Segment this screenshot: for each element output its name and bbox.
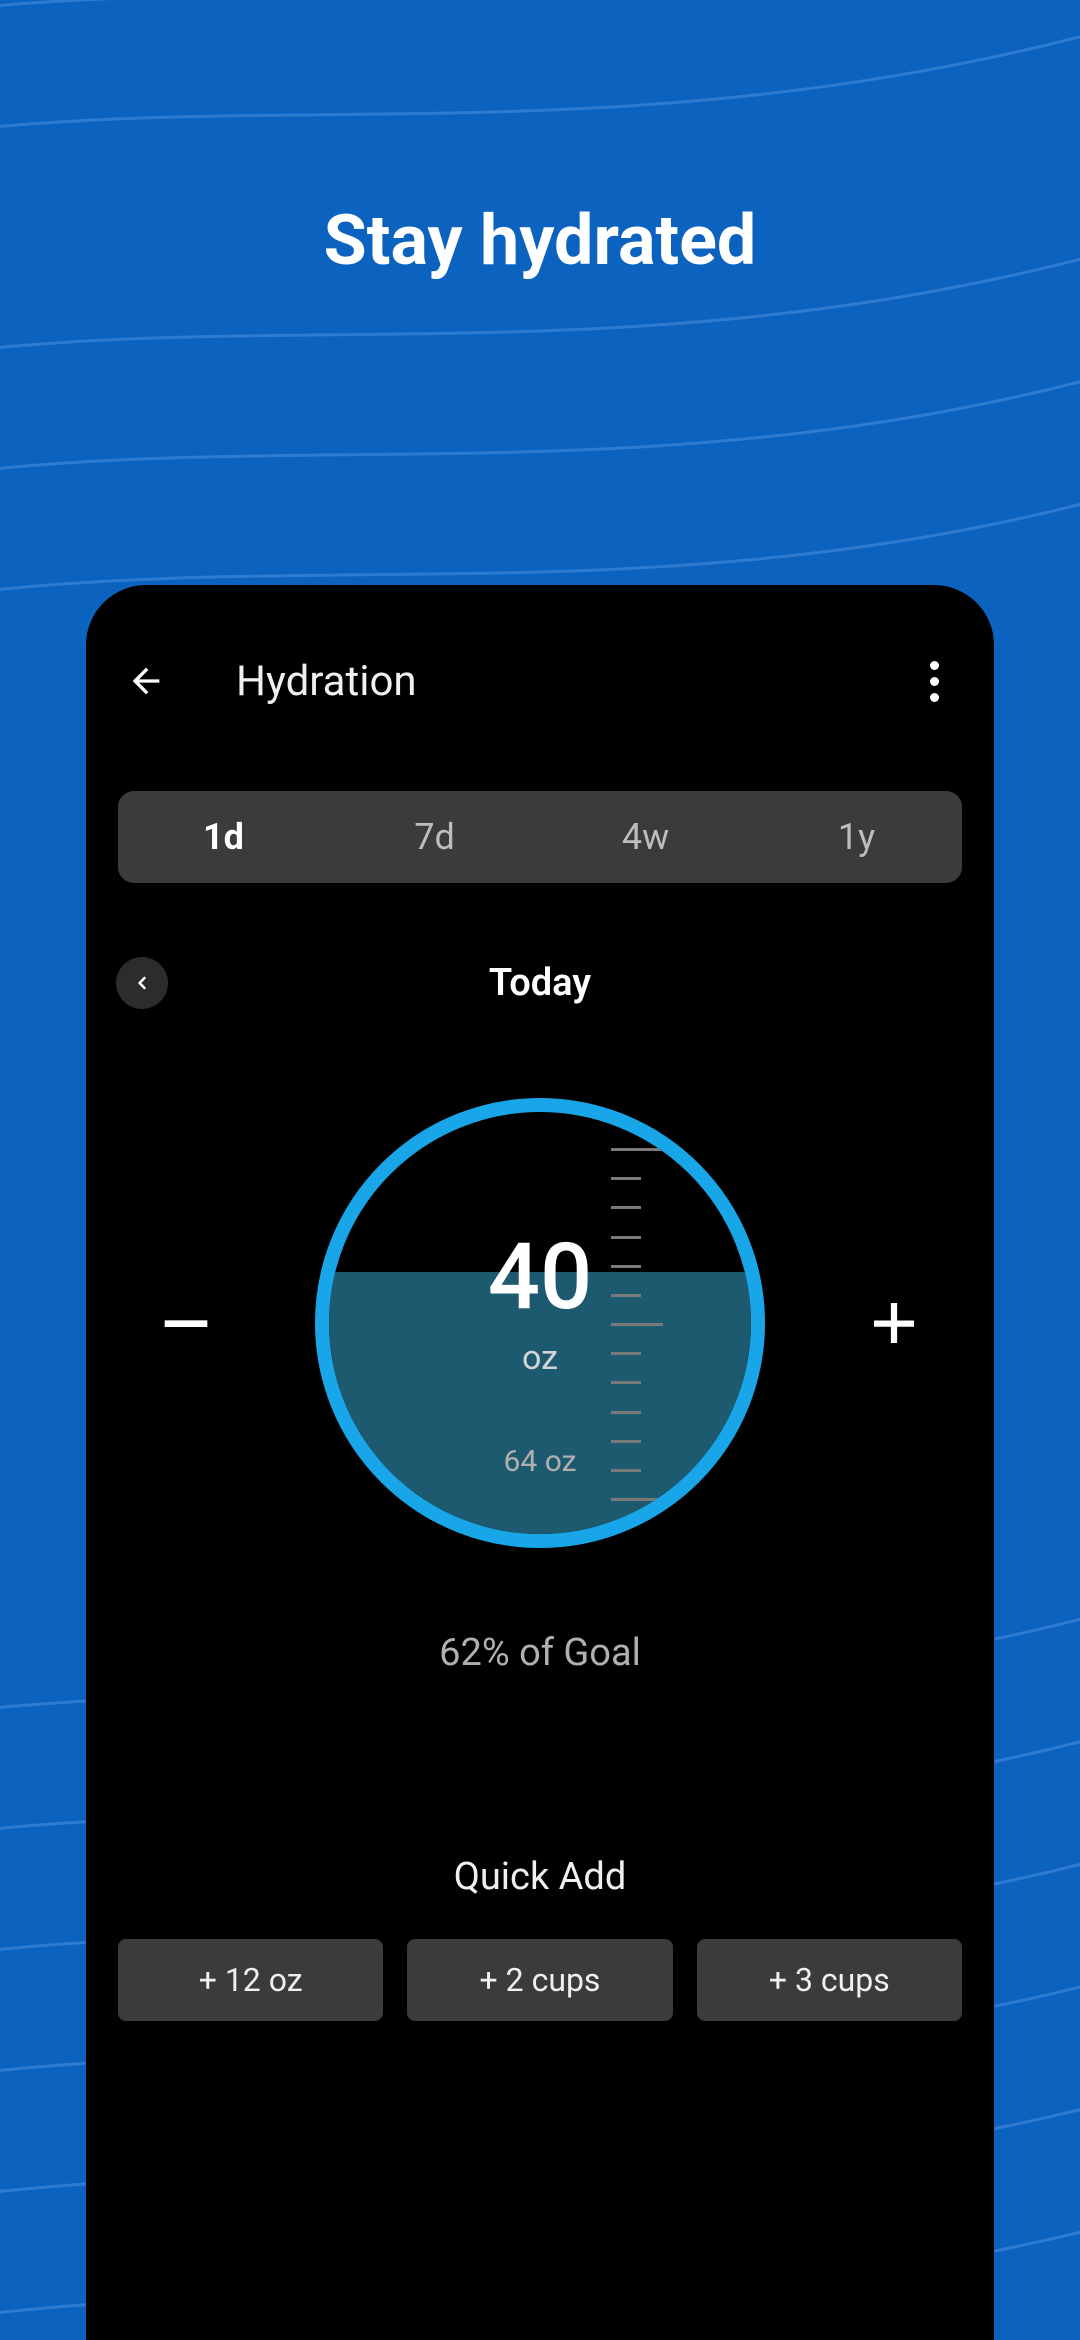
more-button[interactable] bbox=[904, 651, 964, 711]
back-button[interactable] bbox=[116, 651, 176, 711]
app-bar: Hydration bbox=[86, 631, 994, 731]
quick-add-title: Quick Add bbox=[86, 1855, 994, 1899]
date-row: Today bbox=[86, 953, 994, 1013]
more-vertical-icon bbox=[930, 661, 939, 670]
intake-unit: oz bbox=[522, 1338, 558, 1378]
gauge-readout: 40 oz 64 oz bbox=[329, 1112, 751, 1534]
tab-7d[interactable]: 7d bbox=[329, 791, 540, 883]
quick-add-2cups[interactable]: + 2 cups bbox=[407, 1939, 672, 2021]
minus-icon bbox=[154, 1291, 218, 1355]
date-label: Today bbox=[489, 961, 591, 1005]
previous-day-button[interactable] bbox=[116, 957, 168, 1009]
range-segmented-control: 1d 7d 4w 1y bbox=[118, 791, 962, 883]
plus-icon bbox=[864, 1293, 924, 1353]
goal-value: 64 oz bbox=[504, 1444, 577, 1479]
gauge-row: 40 oz 64 oz bbox=[86, 1093, 994, 1553]
page-title: Hydration bbox=[236, 657, 904, 706]
tab-1d[interactable]: 1d bbox=[118, 791, 329, 883]
chevron-left-icon bbox=[132, 973, 152, 993]
arrow-left-icon bbox=[126, 661, 166, 701]
increment-button[interactable] bbox=[834, 1293, 954, 1353]
promo-headline: Stay hydrated bbox=[0, 200, 1080, 282]
goal-percent-label: 62% of Goal bbox=[86, 1631, 994, 1675]
quick-add-row: + 12 oz + 2 cups + 3 cups bbox=[118, 1939, 962, 2021]
intake-value: 40 bbox=[488, 1232, 593, 1324]
phone-frame: Hydration 1d 7d 4w 1y Today bbox=[86, 585, 994, 2340]
tab-1y[interactable]: 1y bbox=[751, 791, 962, 883]
hydration-gauge: 40 oz 64 oz bbox=[315, 1098, 765, 1548]
tab-4w[interactable]: 4w bbox=[540, 791, 751, 883]
quick-add-3cups[interactable]: + 3 cups bbox=[697, 1939, 962, 2021]
quick-add-12oz[interactable]: + 12 oz bbox=[118, 1939, 383, 2021]
decrement-button[interactable] bbox=[126, 1291, 246, 1355]
